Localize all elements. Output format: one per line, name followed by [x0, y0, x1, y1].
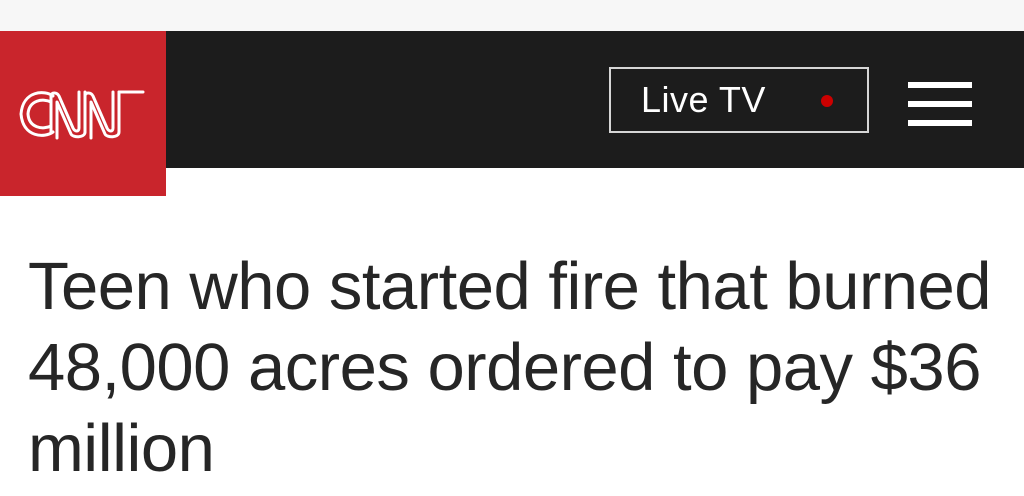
cnn-logo[interactable]: [0, 31, 166, 196]
top-status-strip: [0, 0, 1024, 31]
article-headline: Teen who started fire that burned 48,000…: [28, 249, 992, 486]
hamburger-menu-icon-bar-middle: [908, 101, 972, 107]
menu-button[interactable]: [908, 82, 972, 126]
cnn-logo-icon: [19, 90, 145, 139]
live-tv-label: Live TV: [641, 79, 766, 120]
hamburger-menu-icon-bar-top: [908, 82, 972, 88]
live-tv-button[interactable]: Live TV: [609, 67, 869, 133]
live-indicator-icon: [821, 95, 833, 107]
hamburger-menu-icon-bar-bottom: [908, 120, 972, 126]
